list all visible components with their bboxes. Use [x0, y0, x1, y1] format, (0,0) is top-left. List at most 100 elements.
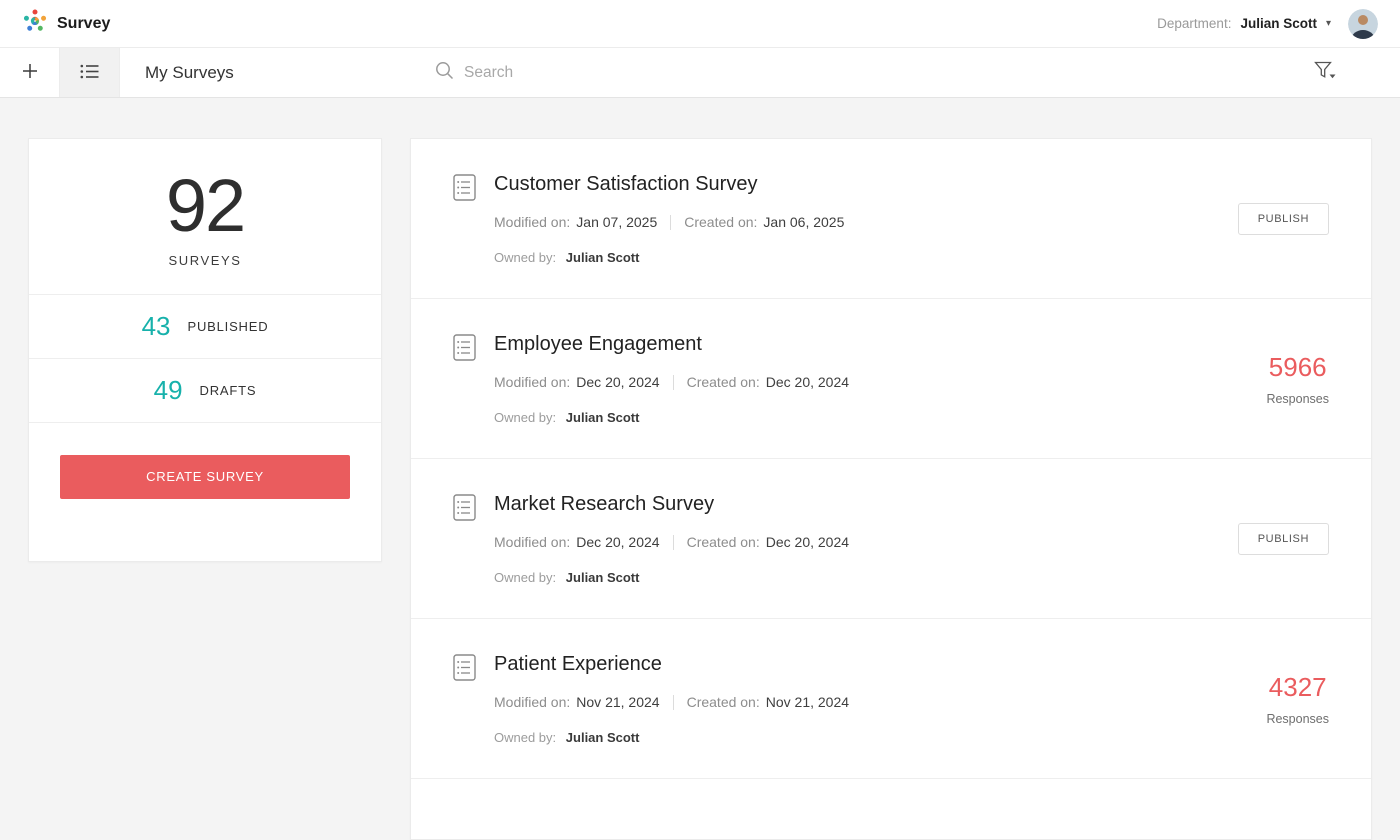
survey-logo-icon: [22, 8, 48, 39]
survey-meta: Modified on: Dec 20, 2024 Created on: De…: [494, 534, 1329, 550]
responses-label: Responses: [1266, 392, 1329, 406]
list-icon: [80, 64, 99, 82]
app-root: Survey Department: Julian Scott ▾: [0, 0, 1400, 840]
survey-owner: Owned by: Julian Scott: [494, 570, 1329, 585]
published-count: 43: [142, 311, 171, 342]
survey-row-main: Employee Engagement Modified on: Dec 20,…: [494, 331, 1329, 458]
survey-row-side: 5966 Responses: [1266, 299, 1329, 458]
owner-name: Julian Scott: [566, 730, 640, 745]
modified-label: Modified on:: [494, 374, 570, 390]
created-label: Created on:: [687, 694, 760, 710]
owner-name: Julian Scott: [566, 250, 640, 265]
responses-block: 5966 Responses: [1266, 352, 1329, 406]
avatar[interactable]: [1348, 9, 1378, 39]
meta-separator: [673, 695, 674, 710]
search-icon: [435, 61, 454, 85]
created-label: Created on:: [687, 374, 760, 390]
survey-meta: Modified on: Nov 21, 2024 Created on: No…: [494, 694, 1329, 710]
responses-count: 5966: [1266, 352, 1329, 383]
stats-card: 92 SURVEYS 43 PUBLISHED 49 DRAFTS CREATE…: [28, 138, 382, 562]
chevron-down-icon[interactable]: ▾: [1326, 18, 1331, 29]
header-right: Department: Julian Scott ▾: [1157, 9, 1378, 39]
next-row-partial: [411, 779, 1371, 839]
list-view-button[interactable]: [60, 48, 120, 97]
filter-icon: [1314, 61, 1338, 84]
survey-meta: Modified on: Dec 20, 2024 Created on: De…: [494, 374, 1329, 390]
main-content: 92 SURVEYS 43 PUBLISHED 49 DRAFTS CREATE…: [0, 98, 1400, 840]
survey-document-icon: [453, 494, 476, 618]
survey-owner: Owned by: Julian Scott: [494, 410, 1329, 425]
drafts-label: DRAFTS: [200, 383, 257, 398]
filter-button[interactable]: [1314, 48, 1338, 97]
drafts-stat[interactable]: 49 DRAFTS: [29, 358, 381, 422]
survey-row[interactable]: Employee Engagement Modified on: Dec 20,…: [411, 299, 1371, 459]
publish-button[interactable]: PUBLISH: [1238, 203, 1329, 235]
survey-title[interactable]: Employee Engagement: [494, 331, 1329, 357]
survey-row[interactable]: Patient Experience Modified on: Nov 21, …: [411, 619, 1371, 779]
survey-document-icon: [453, 654, 476, 778]
stats-total-block: 92 SURVEYS: [29, 139, 381, 294]
meta-separator: [673, 375, 674, 390]
survey-list: Customer Satisfaction Survey Modified on…: [410, 138, 1372, 840]
created-date: Dec 20, 2024: [766, 534, 849, 550]
search-input[interactable]: [464, 64, 744, 82]
meta-separator: [673, 535, 674, 550]
survey-title[interactable]: Customer Satisfaction Survey: [494, 171, 1329, 197]
modified-label: Modified on:: [494, 534, 570, 550]
responses-label: Responses: [1266, 712, 1329, 726]
survey-row-main: Customer Satisfaction Survey Modified on…: [494, 171, 1329, 298]
publish-button[interactable]: PUBLISH: [1238, 523, 1329, 555]
page-title: My Surveys: [145, 48, 234, 97]
created-label: Created on:: [687, 534, 760, 550]
survey-row[interactable]: Customer Satisfaction Survey Modified on…: [411, 139, 1371, 299]
modified-date: Nov 21, 2024: [576, 694, 659, 710]
app-logo[interactable]: Survey: [22, 8, 110, 39]
survey-meta: Modified on: Jan 07, 2025 Created on: Ja…: [494, 214, 1329, 230]
survey-row-side: 4327 Responses: [1266, 619, 1329, 778]
survey-document-icon: [453, 334, 476, 458]
drafts-count: 49: [154, 375, 183, 406]
create-survey-button[interactable]: CREATE SURVEY: [60, 455, 350, 499]
responses-count: 4327: [1266, 672, 1329, 703]
app-title: Survey: [57, 15, 110, 33]
modified-date: Jan 07, 2025: [576, 214, 657, 230]
modified-label: Modified on:: [494, 694, 570, 710]
owned-by-label: Owned by:: [494, 730, 556, 745]
owned-by-label: Owned by:: [494, 410, 556, 425]
owned-by-label: Owned by:: [494, 570, 556, 585]
survey-title[interactable]: Patient Experience: [494, 651, 1329, 677]
total-surveys-label: SURVEYS: [29, 253, 381, 268]
created-label: Created on:: [684, 214, 757, 230]
create-survey-section: CREATE SURVEY: [29, 422, 381, 561]
created-date: Nov 21, 2024: [766, 694, 849, 710]
owner-name: Julian Scott: [566, 570, 640, 585]
meta-separator: [670, 215, 671, 230]
survey-row-side: PUBLISH: [1238, 139, 1329, 298]
created-date: Jan 06, 2025: [763, 214, 844, 230]
plus-icon: [22, 63, 38, 82]
department-user-name[interactable]: Julian Scott: [1240, 16, 1317, 31]
survey-owner: Owned by: Julian Scott: [494, 730, 1329, 745]
survey-document-icon: [453, 174, 476, 298]
department-label: Department:: [1157, 16, 1231, 31]
published-stat[interactable]: 43 PUBLISHED: [29, 294, 381, 358]
survey-row-main: Market Research Survey Modified on: Dec …: [494, 491, 1329, 618]
survey-row-side: PUBLISH: [1238, 459, 1329, 618]
survey-row[interactable]: Market Research Survey Modified on: Dec …: [411, 459, 1371, 619]
add-survey-button[interactable]: [0, 48, 60, 97]
owned-by-label: Owned by:: [494, 250, 556, 265]
created-date: Dec 20, 2024: [766, 374, 849, 390]
survey-owner: Owned by: Julian Scott: [494, 250, 1329, 265]
owner-name: Julian Scott: [566, 410, 640, 425]
top-header: Survey Department: Julian Scott ▾: [0, 0, 1400, 48]
published-label: PUBLISHED: [188, 319, 269, 334]
modified-date: Dec 20, 2024: [576, 534, 659, 550]
search-box[interactable]: [435, 48, 744, 97]
total-surveys-count: 92: [29, 167, 381, 245]
survey-title[interactable]: Market Research Survey: [494, 491, 1329, 517]
responses-block: 4327 Responses: [1266, 672, 1329, 726]
survey-row-main: Patient Experience Modified on: Nov 21, …: [494, 651, 1329, 778]
toolbar: My Surveys: [0, 48, 1400, 98]
modified-date: Dec 20, 2024: [576, 374, 659, 390]
modified-label: Modified on:: [494, 214, 570, 230]
